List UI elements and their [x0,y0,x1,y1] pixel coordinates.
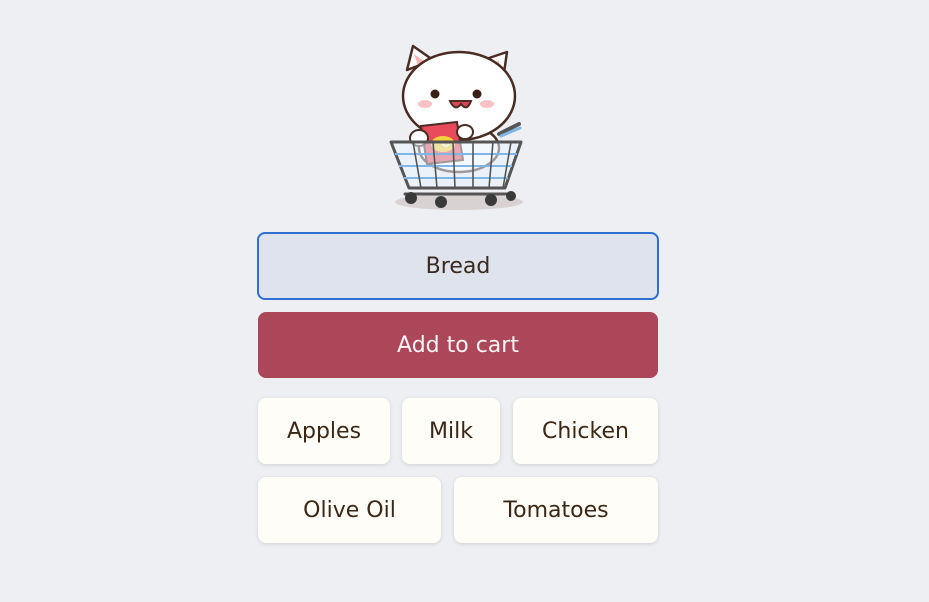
item-input[interactable] [257,232,659,300]
suggestion-chip-chicken[interactable]: Chicken [513,398,658,464]
cat-in-shopping-cart-icon [389,44,523,210]
suggestion-chip-milk[interactable]: Milk [402,398,500,464]
suggestion-chip-apples[interactable]: Apples [258,398,390,464]
add-to-cart-button[interactable]: Add to cart [258,312,658,378]
suggestion-chip-tomatoes[interactable]: Tomatoes [454,477,658,543]
suggestion-chip-olive-oil[interactable]: Olive Oil [258,477,441,543]
